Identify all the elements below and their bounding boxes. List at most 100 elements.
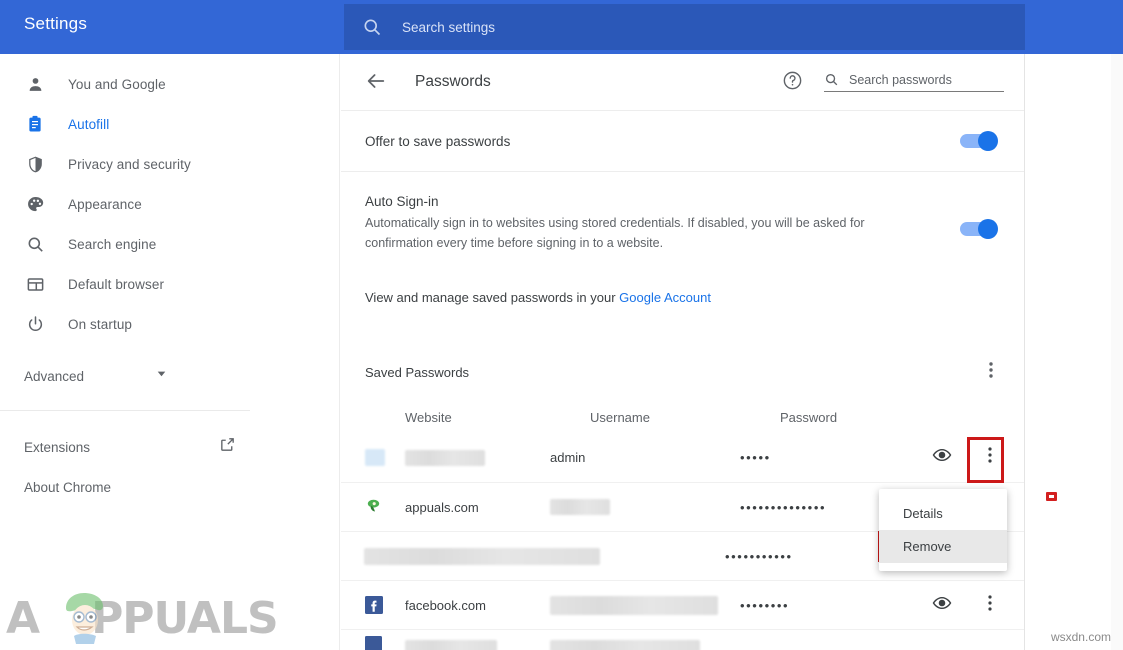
clipboard-icon — [24, 113, 46, 135]
saved-passwords-heading: Saved Passwords — [365, 365, 469, 380]
power-icon — [24, 313, 46, 335]
sidebar-item-label: Autofill — [68, 117, 109, 132]
top-bar: Settings Search settings — [0, 0, 1123, 54]
advanced-label: Advanced — [24, 369, 84, 384]
search-icon — [24, 233, 46, 255]
page-title: Passwords — [415, 73, 491, 91]
website-blur — [405, 640, 497, 650]
sidebar-item-about-chrome[interactable]: About Chrome — [0, 467, 250, 507]
column-header-website: Website — [405, 410, 590, 425]
sidebar-item-autofill[interactable]: Autofill — [0, 104, 339, 144]
search-icon — [362, 17, 382, 37]
auto-signin-toggle[interactable] — [960, 222, 996, 236]
row-password: ••••• — [740, 450, 910, 465]
sidebar-item-appearance[interactable]: Appearance — [0, 184, 339, 224]
chevron-down-icon — [155, 367, 168, 385]
facebook-favicon — [365, 596, 383, 614]
row-username — [550, 596, 740, 615]
shield-icon — [24, 153, 46, 175]
sidebar-nav-list: You and Google Autofill — [0, 54, 339, 344]
chrome-settings-window: Settings Search settings You and Google — [0, 0, 1123, 650]
row-website — [364, 547, 596, 564]
page-header: Passwords Search passwords — [341, 54, 1024, 110]
settings-search-bar[interactable]: Search settings — [344, 4, 1025, 50]
row-website: appuals.com — [405, 500, 550, 515]
offer-to-save-toggle[interactable] — [960, 134, 996, 148]
username-blur — [550, 499, 610, 515]
row-username — [550, 499, 740, 516]
column-header-password: Password — [780, 410, 940, 425]
auto-signin-text: Auto Sign-in Automatically sign in to we… — [365, 194, 905, 253]
sidebar-item-search-engine[interactable]: Search engine — [0, 224, 339, 264]
row-website — [405, 449, 550, 466]
table-row[interactable]: facebook.com •••••••• — [341, 580, 1024, 629]
google-account-link[interactable]: Google Account — [619, 290, 711, 305]
table-row[interactable] — [341, 629, 1024, 650]
sidebar-item-advanced[interactable]: Advanced — [0, 356, 268, 396]
username-blur — [550, 596, 718, 615]
sidebar-divider — [0, 410, 250, 411]
sidebar-item-label: You and Google — [68, 77, 166, 92]
scrollbar-gutter[interactable] — [1111, 54, 1123, 650]
website-blur — [364, 548, 600, 565]
row-overflow-menu-icon[interactable] — [982, 593, 998, 618]
blurred-favicon — [365, 636, 383, 650]
saved-passwords-overflow-menu-icon[interactable] — [982, 359, 1000, 386]
sidebar-item-you-and-google[interactable]: You and Google — [0, 64, 339, 104]
eye-icon[interactable] — [932, 445, 952, 470]
sidebar-item-extensions[interactable]: Extensions — [0, 427, 250, 467]
sidebar-item-privacy-and-security[interactable]: Privacy and security — [0, 144, 339, 184]
about-chrome-label: About Chrome — [24, 480, 111, 495]
appuals-mascot-icon — [58, 588, 112, 644]
row-username — [550, 637, 740, 650]
sidebar-item-on-startup[interactable]: On startup — [0, 304, 339, 344]
row-website — [405, 637, 550, 650]
website-blur — [405, 450, 485, 466]
row-overflow-menu-icon[interactable] — [982, 445, 998, 470]
header-actions: Search passwords — [782, 70, 1004, 92]
row-username: admin — [550, 450, 740, 465]
manage-passwords-line: View and manage saved passwords in your … — [341, 290, 1024, 305]
back-arrow-icon[interactable] — [365, 70, 389, 94]
eye-icon[interactable] — [932, 593, 952, 618]
favicon-blur — [365, 449, 385, 466]
saved-passwords-header: Saved Passwords — [341, 355, 1024, 389]
palette-icon — [24, 193, 46, 215]
row-password: ••••••••••• — [725, 549, 895, 564]
row-website: facebook.com — [405, 598, 550, 613]
table-column-headers: Website Username Password — [341, 401, 1024, 433]
offer-to-save-passwords-row[interactable]: Offer to save passwords — [341, 111, 1024, 171]
menu-item-label: Details — [903, 506, 943, 521]
sidebar-item-label: On startup — [68, 317, 132, 332]
auto-signin-description: Automatically sign in to websites using … — [365, 213, 905, 253]
table-row[interactable]: admin ••••• — [341, 433, 1024, 482]
context-menu-item-details[interactable]: Details — [879, 497, 1007, 530]
appuals-favicon — [365, 498, 383, 516]
row-context-menu: Details Remove — [879, 489, 1007, 571]
cursor-marker — [1046, 492, 1057, 501]
extensions-label: Extensions — [24, 440, 90, 455]
external-link-icon — [219, 436, 236, 458]
column-header-username: Username — [590, 410, 780, 425]
auto-signin-title: Auto Sign-in — [365, 194, 905, 209]
help-circle-icon[interactable] — [782, 70, 804, 92]
settings-search-placeholder: Search settings — [402, 20, 495, 35]
sidebar: You and Google Autofill — [0, 54, 340, 650]
search-icon — [824, 72, 839, 87]
sidebar-item-default-browser[interactable]: Default browser — [0, 264, 339, 304]
menu-item-label: Remove — [903, 539, 951, 554]
offer-to-save-title: Offer to save passwords — [365, 134, 510, 149]
username-blur — [550, 640, 700, 650]
search-passwords-input[interactable]: Search passwords — [824, 72, 1004, 92]
blurred-favicon — [365, 449, 383, 467]
context-menu-item-remove[interactable]: Remove — [879, 530, 1007, 563]
toggle-knob — [978, 219, 998, 239]
manage-prefix: View and manage saved passwords in your — [365, 290, 619, 305]
search-passwords-placeholder: Search passwords — [849, 73, 952, 87]
auto-signin-row[interactable]: Auto Sign-in Automatically sign in to we… — [341, 172, 1024, 282]
toggle-knob — [978, 131, 998, 151]
sidebar-item-label: Appearance — [68, 197, 142, 212]
person-icon — [24, 73, 46, 95]
cursor-marker-inner — [1049, 495, 1054, 498]
offer-to-save-text: Offer to save passwords — [365, 134, 510, 149]
